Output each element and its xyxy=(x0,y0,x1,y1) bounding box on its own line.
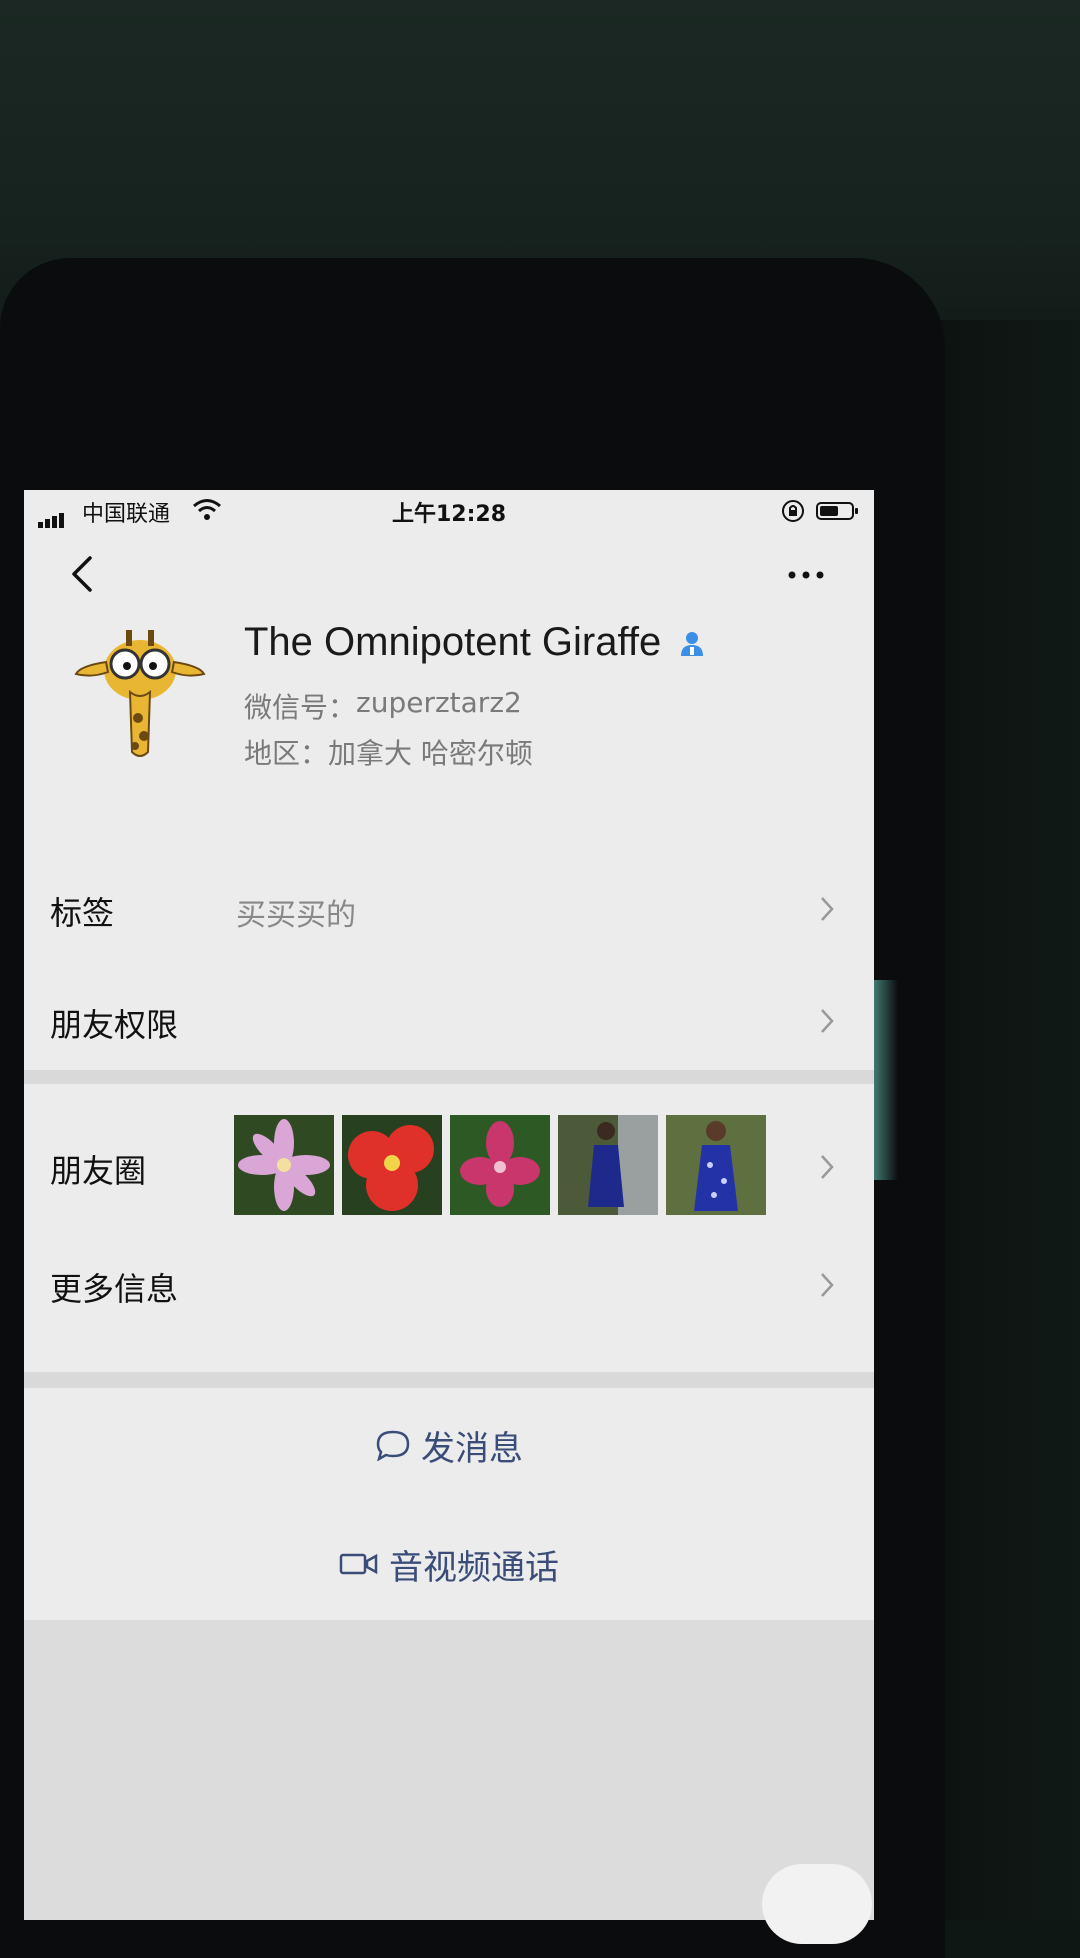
chat-bubble-icon xyxy=(376,1430,410,1461)
wechat-id-label: 微信号： xyxy=(244,691,357,724)
region-value: 加拿大 哈密尔顿 xyxy=(328,737,533,770)
wechat-id: 微信号： zuperztarz2 xyxy=(244,686,522,726)
chevron-right-icon xyxy=(821,1155,834,1179)
more-info-row[interactable]: 更多信息 xyxy=(24,1234,874,1330)
video-camera-icon xyxy=(339,1553,378,1575)
moments-photo-dress-1[interactable] xyxy=(558,1115,658,1215)
more-info-label: 更多信息 xyxy=(50,1270,179,1308)
video-call-label: 音视频通话 xyxy=(389,1547,559,1588)
chevron-right-icon xyxy=(821,897,834,921)
status-bar: 中国联通 上午12:28 xyxy=(24,490,874,536)
back-icon[interactable] xyxy=(62,550,102,598)
battery-icon xyxy=(816,502,858,520)
name-row: The Omnipotent Giraffe xyxy=(244,620,707,665)
send-message-label: 发消息 xyxy=(421,1428,523,1469)
avatar[interactable] xyxy=(70,622,210,762)
tags-row[interactable]: 标签 买买买的 xyxy=(24,860,874,960)
wechat-id-value: zuperztarz2 xyxy=(356,686,522,719)
profile-name: The Omnipotent Giraffe xyxy=(244,620,662,664)
rotation-lock-icon xyxy=(782,500,804,522)
moments-label: 朋友圈 xyxy=(50,1152,147,1190)
region-label: 地区： xyxy=(244,737,329,770)
moments-photo-flower-red[interactable] xyxy=(342,1115,442,1215)
section-divider xyxy=(24,1070,874,1084)
moments-photo-flower-magenta[interactable] xyxy=(450,1115,550,1215)
friend-permissions-row[interactable]: 朋友权限 xyxy=(24,960,874,1070)
status-time: 上午12:28 xyxy=(391,502,507,527)
moments-photo-dress-2[interactable] xyxy=(666,1115,766,1215)
contact-badge-icon xyxy=(681,631,704,656)
moments-photo-flower-pink[interactable] xyxy=(234,1115,334,1215)
tags-label: 标签 xyxy=(50,894,115,932)
chevron-right-icon xyxy=(821,1009,834,1033)
region: 地区： 加拿大 哈密尔顿 xyxy=(244,732,533,772)
chevron-right-icon xyxy=(821,1273,834,1297)
light-reflection xyxy=(874,980,898,1180)
empty-bottom-area xyxy=(24,1620,874,1920)
video-call-button[interactable]: 音视频通话 xyxy=(24,1524,874,1604)
more-icon[interactable] xyxy=(784,560,828,590)
phone-screen: 中国联通 上午12:28 The Omnipotent Giraffe 微信号：… xyxy=(24,490,874,1920)
background-right xyxy=(930,320,1080,1920)
send-message-button[interactable]: 发消息 xyxy=(24,1405,874,1485)
friend-permissions-label: 朋友权限 xyxy=(50,1006,179,1044)
tags-value: 买买买的 xyxy=(236,898,356,933)
floating-window-button[interactable] xyxy=(762,1864,872,1944)
section-divider xyxy=(24,1372,874,1388)
